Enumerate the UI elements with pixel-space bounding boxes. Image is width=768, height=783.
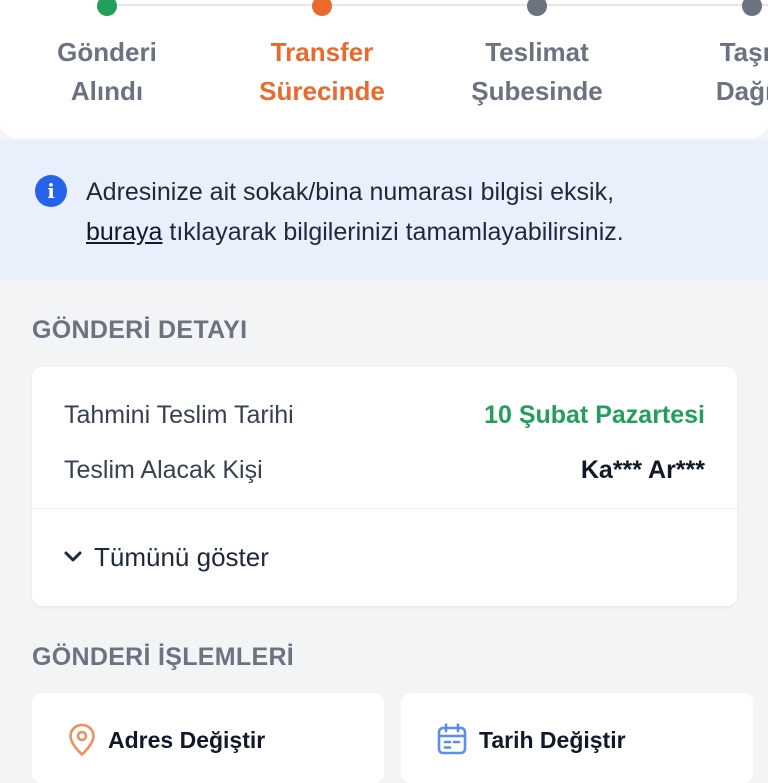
show-all-button[interactable]: Tümünü göster [62,539,269,575]
chevron-down-icon [64,551,82,562]
step-connector [537,4,768,6]
change-date-button[interactable]: Tarih Değiştir [401,693,753,783]
step-label-line: Teslimat [485,37,589,67]
step-label-branch: Teslimat Şubesinde [437,33,637,111]
step-dot-pending [527,0,547,16]
calendar-icon [437,723,467,755]
info-icon: i [35,175,67,207]
step-label-line: Transfer [270,37,374,67]
warning-text-part: tıklayarak bilgilerinizi tamamlayabilirs… [162,218,624,246]
shipment-actions-title: GÖNDERİ İŞLEMLERİ [32,643,295,671]
step-label-line: Taşıy [719,37,768,67]
warning-text-part: Adresinize ait sokak/bina numarası bilgi… [86,178,615,206]
location-pin-icon [69,723,95,756]
step-label-received: Gönderi Alındı [7,33,207,111]
step-dot-active [312,0,332,16]
step-label-line: Alındı [70,76,144,106]
recipient-label: Teslim Alacak Kişi [64,456,263,484]
address-warning-text: Adresinize ait sokak/bina numarası bilgi… [86,172,746,252]
step-connector [322,4,537,6]
step-label-transfer: Transfer Sürecinde [222,33,422,111]
step-label-line: Şubesinde [471,76,603,106]
step-label-line: Gönderi [57,37,157,67]
tracking-stepper: Gönderi Alındı Transfer Sürecinde Teslim… [0,0,768,138]
change-address-button[interactable]: Adres Değiştir [32,693,384,783]
change-date-label: Tarih Değiştir [479,727,626,753]
shipment-details-card: Tahmini Teslim Tarihi 10 Şubat Pazartesi… [32,367,737,606]
card-divider [32,508,737,509]
step-dot-pending [742,0,762,16]
change-address-label: Adres Değiştir [108,727,266,753]
step-dot-done [97,0,117,16]
step-label-line: Sürecinde [259,76,385,106]
show-all-label: Tümünü göster [94,541,269,572]
shipment-details-title: GÖNDERİ DETAYI [32,316,248,344]
recipient-value: Ka*** Ar*** [580,456,705,484]
step-connector [107,4,322,6]
estimated-delivery-value: 10 Şubat Pazartesi [484,401,705,429]
step-label-line: Dağıtı [715,76,768,106]
complete-address-link[interactable]: buraya [86,218,162,246]
estimated-delivery-label: Tahmini Teslim Tarihi [64,401,294,429]
step-label-distribution: Taşıy Dağıtı [652,33,768,111]
